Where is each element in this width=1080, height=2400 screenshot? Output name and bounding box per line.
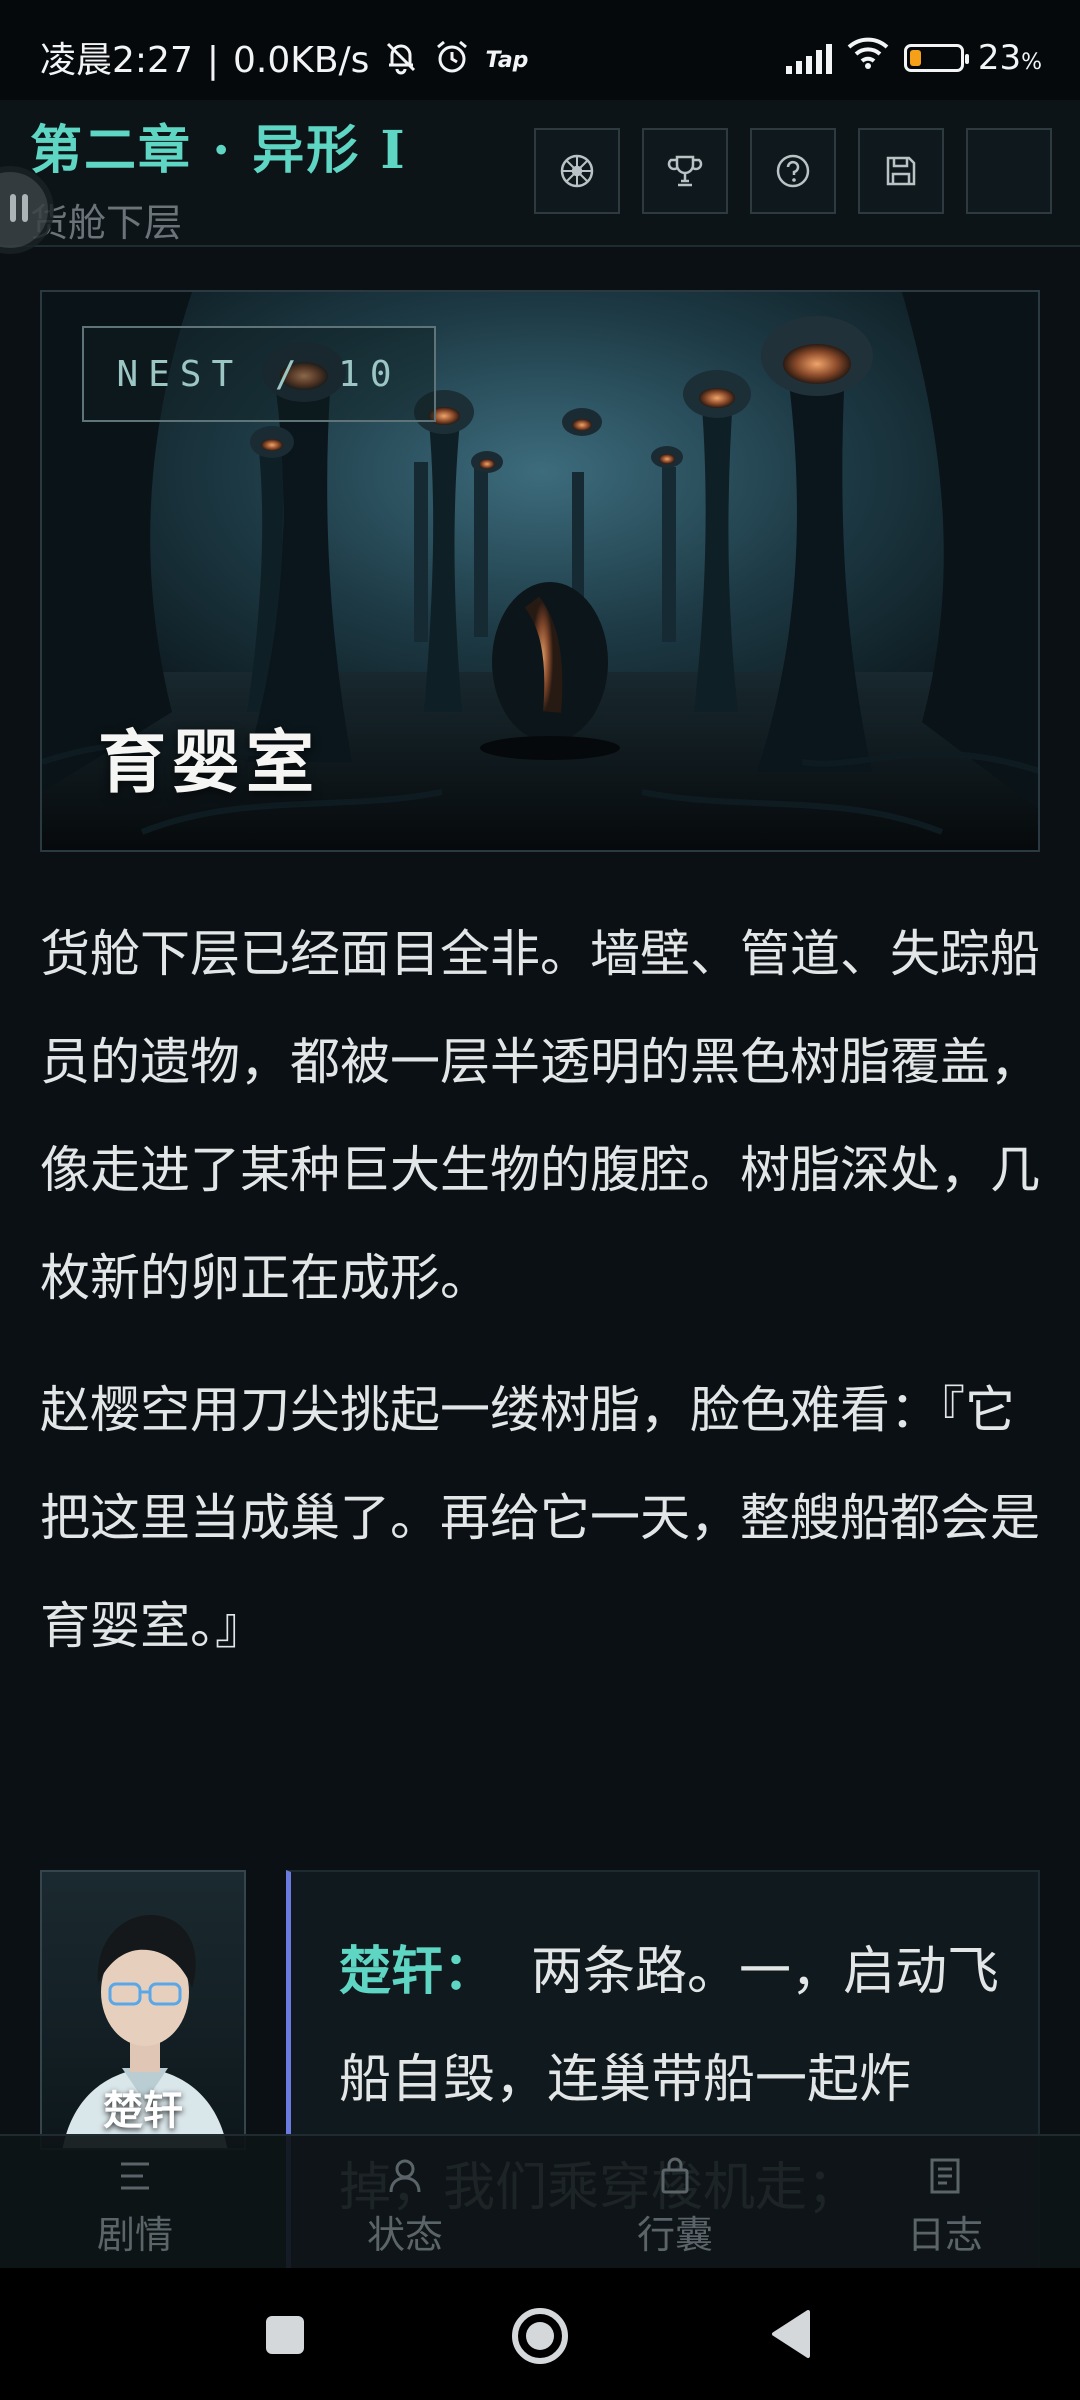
menu-lines-icon	[121, 2162, 149, 2190]
battery-value: 23	[977, 37, 1022, 78]
home-circle-icon	[512, 2308, 568, 2364]
help-icon	[776, 154, 810, 188]
status-time: 凌晨2:27	[40, 39, 193, 81]
avatar-name: 楚轩	[103, 2087, 183, 2134]
scene-title: 育婴室	[98, 723, 321, 803]
nav-log-label: 日志	[906, 2213, 983, 2257]
speaker-avatar[interactable]: 楚轩	[40, 1870, 246, 2150]
header-toolbar	[534, 128, 1052, 214]
nav-status-label: 状态	[366, 2213, 443, 2257]
back-triangle-icon	[772, 2310, 810, 2358]
narrative-text: 货舱下层已经面目全非。墙壁、管道、失踪船员的遗物，都被一层半透明的黑色树脂覆盖，…	[40, 900, 1040, 1704]
nav-log[interactable]: 日志	[810, 2136, 1080, 2270]
chapter-title: 第二章 · 异形 I	[30, 120, 407, 181]
status-left: 凌晨2:27 | 0.0KB/s Tap	[40, 38, 528, 83]
wifi-icon	[846, 36, 890, 79]
status-separator: |	[206, 39, 219, 81]
bag-icon	[661, 2157, 689, 2194]
battery-icon	[903, 43, 969, 72]
narrative-paragraph: 赵樱空用刀尖挑起一缕树脂，脸色难看：『它把这里当成巢了。再给它一天，整艘船都会是…	[40, 1381, 1040, 1655]
status-bar: 凌晨2:27 | 0.0KB/s Tap 23%	[0, 0, 1080, 100]
scene-tag: NEST / 10	[82, 326, 436, 422]
battery-percent: 23%	[978, 38, 1042, 78]
system-nav-bar	[0, 2268, 1080, 2400]
log-icon	[930, 2158, 960, 2194]
alarm-icon	[433, 38, 471, 83]
signal-icon	[785, 42, 832, 74]
compass-button[interactable]	[534, 128, 620, 214]
battery-fill	[909, 49, 921, 66]
user-icon	[389, 2159, 421, 2193]
battery-unit: %	[1021, 49, 1042, 75]
nav-story[interactable]: 剧情	[0, 2136, 270, 2270]
nav-bag-label: 行囊	[636, 2213, 713, 2257]
status-right: 23%	[785, 36, 1042, 79]
chapter-header: 第二章 · 异形 I 货舱下层	[0, 100, 1080, 247]
network-speed: 0.0KB/s	[232, 39, 370, 81]
trophy-icon	[667, 155, 703, 187]
scene-image-card: NEST / 10 育婴室	[40, 290, 1040, 852]
bottom-nav: 剧情 状态 行囊 日志	[0, 2134, 1080, 2270]
extra-button[interactable]	[966, 128, 1052, 214]
compass-icon	[560, 154, 594, 188]
achievements-button[interactable]	[642, 128, 728, 214]
nav-bag[interactable]: 行囊	[540, 2136, 810, 2270]
square-icon	[266, 2316, 304, 2354]
mute-bell-icon	[383, 39, 419, 82]
narrative-paragraph: 货舱下层已经面目全非。墙壁、管道、失踪船员的遗物，都被一层半透明的黑色树脂覆盖，…	[40, 925, 1040, 1307]
back-button[interactable]	[768, 2308, 814, 2360]
home-button[interactable]	[510, 2306, 570, 2366]
nav-status[interactable]: 状态	[270, 2136, 540, 2270]
nav-story-label: 剧情	[96, 2213, 173, 2257]
help-button[interactable]	[750, 128, 836, 214]
save-button[interactable]	[858, 128, 944, 214]
recent-apps-button[interactable]	[264, 2314, 306, 2356]
tap-app-badge: Tap	[485, 47, 529, 73]
speaker-name: 楚轩：	[339, 1941, 496, 2002]
save-icon	[886, 156, 916, 186]
